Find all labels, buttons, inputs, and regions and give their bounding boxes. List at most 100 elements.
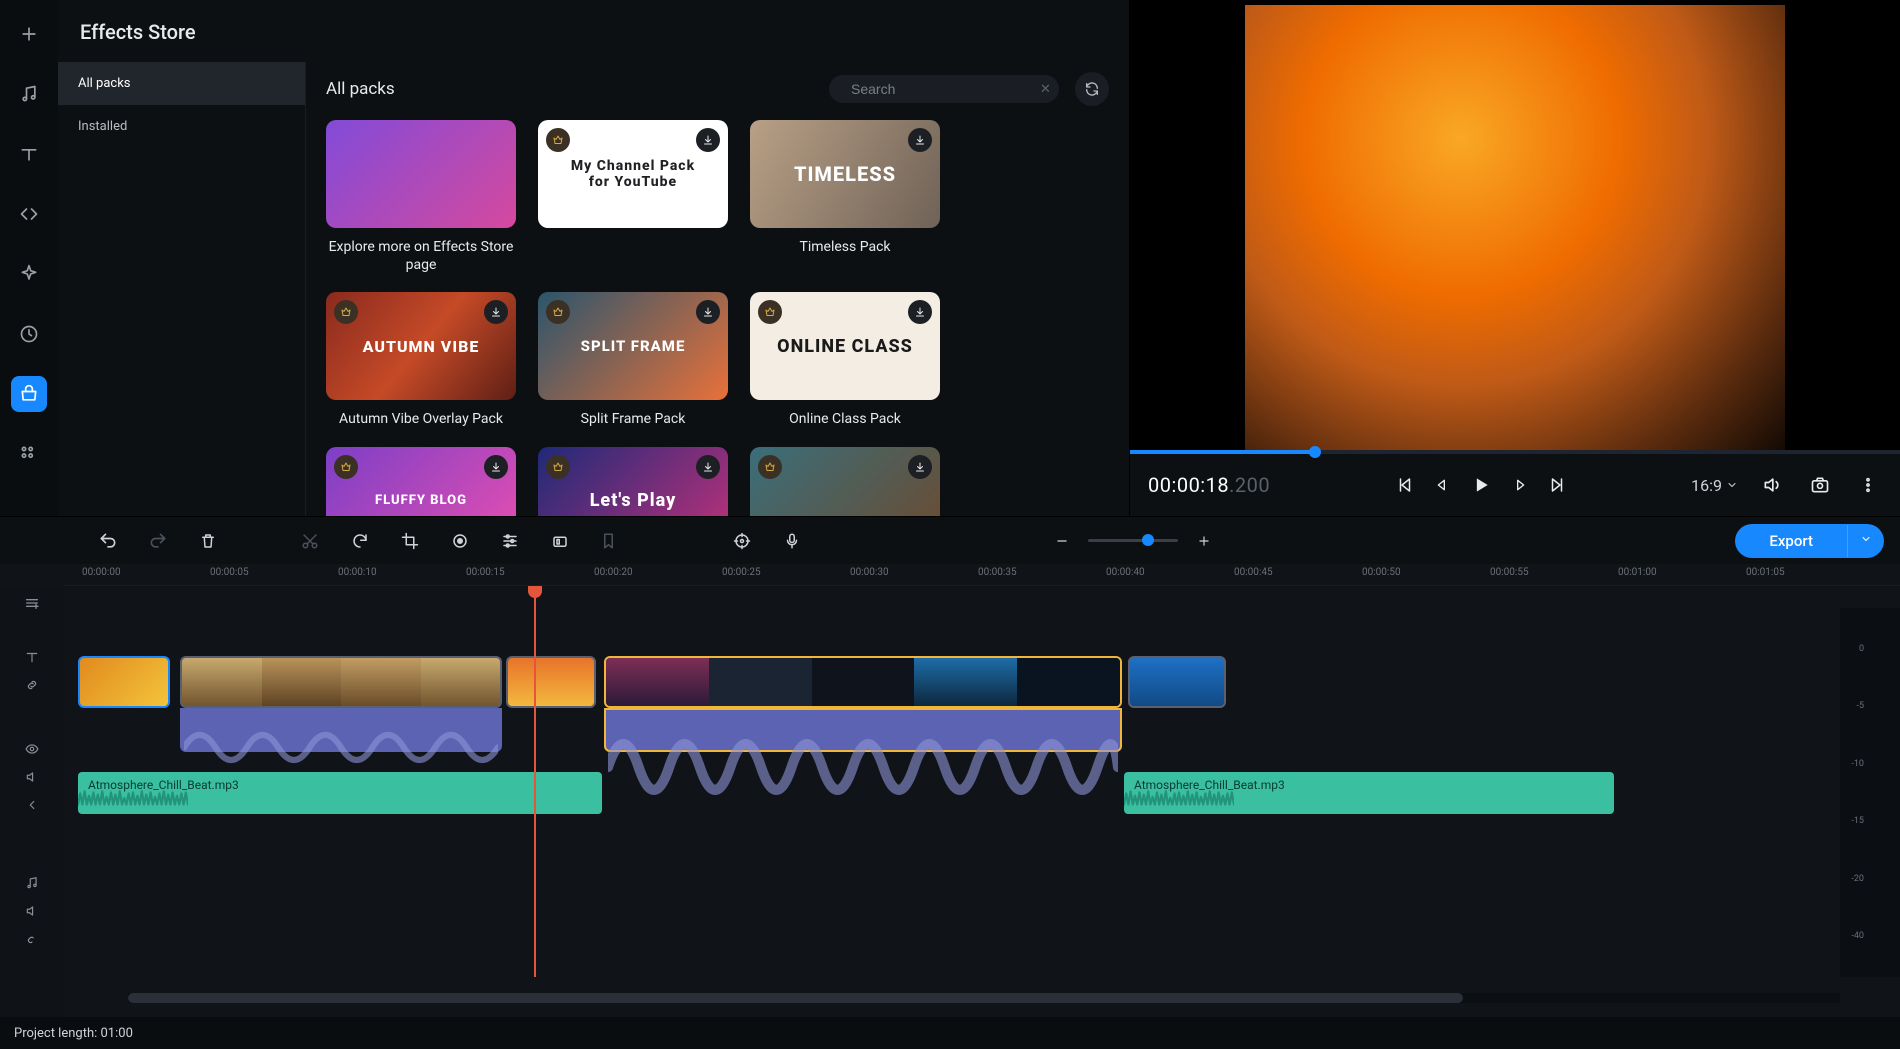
playhead[interactable] — [534, 586, 536, 977]
rotate-button[interactable] — [346, 527, 374, 555]
pack-card[interactable]: Explore more on Effects Store page — [326, 120, 516, 274]
scrollbar-thumb[interactable] — [128, 993, 1463, 1003]
pack-caption: Timeless Pack — [750, 238, 940, 256]
download-icon[interactable] — [908, 300, 932, 324]
record-button[interactable] — [446, 527, 474, 555]
undo-button[interactable] — [94, 527, 122, 555]
download-icon[interactable] — [484, 455, 508, 479]
marker-button[interactable] — [596, 527, 624, 555]
pack-card[interactable]: My Channel Pack for YouTube — [538, 120, 728, 274]
audio-level-meter: 0-5-10-15-20-40 — [1840, 608, 1900, 977]
search-input[interactable] — [851, 81, 1032, 97]
mute-audio-icon[interactable] — [20, 900, 44, 922]
text-track-icon[interactable] — [20, 646, 44, 668]
ruler-mark: 00:00:15 — [466, 567, 505, 578]
panel-title: Effects Store — [58, 0, 1129, 62]
effects-tab-button[interactable] — [11, 256, 47, 292]
video-clip-2[interactable] — [180, 656, 502, 708]
redo-button[interactable] — [144, 527, 172, 555]
zoom-handle[interactable] — [1142, 534, 1154, 546]
skip-start-button[interactable] — [1391, 471, 1419, 499]
show-video-icon[interactable] — [20, 738, 44, 760]
music-track: Atmosphere_Chill_Beat.mp3 Atmosphere_Chi… — [64, 772, 1900, 814]
transitions-tab-button[interactable] — [11, 196, 47, 232]
video-clip-4-selected[interactable] — [604, 656, 1122, 708]
sidebar-item-all-packs[interactable]: All packs — [58, 62, 305, 105]
elements-tab-button[interactable] — [11, 316, 47, 352]
download-icon[interactable] — [908, 128, 932, 152]
chromakey-button[interactable] — [728, 527, 756, 555]
audio-tab-button[interactable] — [11, 76, 47, 112]
audio-clip-1[interactable]: Atmosphere_Chill_Beat.mp3 — [78, 772, 602, 814]
download-icon[interactable] — [696, 300, 720, 324]
preview-progress-handle[interactable] — [1309, 446, 1321, 458]
video-clip-3[interactable] — [506, 656, 596, 708]
collapse-icon[interactable] — [20, 794, 44, 816]
waveform-icon — [78, 788, 188, 810]
premium-badge-icon — [546, 128, 570, 152]
clip-properties-button[interactable] — [496, 527, 524, 555]
add-media-button[interactable] — [11, 16, 47, 52]
crop-button[interactable] — [396, 527, 424, 555]
video-clip-5[interactable] — [1128, 656, 1226, 708]
waveform-icon — [184, 716, 498, 779]
download-icon[interactable] — [696, 455, 720, 479]
audio-link-icon[interactable] — [20, 928, 44, 950]
volume-button[interactable] — [1758, 471, 1786, 499]
more-tools-button[interactable] — [11, 436, 47, 472]
download-icon[interactable] — [908, 455, 932, 479]
color-adjust-button[interactable] — [546, 527, 574, 555]
ruler-mark: 00:00:25 — [722, 567, 761, 578]
zoom-slider[interactable] — [1088, 539, 1178, 542]
clear-search-icon[interactable]: ✕ — [1040, 82, 1051, 97]
timeline-zoom — [1048, 527, 1218, 555]
ruler-mark: 00:00:55 — [1490, 567, 1529, 578]
cut-button[interactable] — [296, 527, 324, 555]
pack-card[interactable]: AUTUMN VIBEAutumn Vibe Overlay Pack — [326, 292, 516, 428]
preview-viewport[interactable] — [1130, 0, 1900, 454]
preview-more-button[interactable] — [1854, 471, 1882, 499]
export-button[interactable]: Export — [1735, 524, 1884, 558]
export-dropdown-button[interactable] — [1847, 525, 1884, 557]
frame-back-button[interactable] — [1429, 471, 1457, 499]
zoom-out-button[interactable] — [1048, 527, 1076, 555]
voiceover-button[interactable] — [778, 527, 806, 555]
premium-badge-icon — [334, 300, 358, 324]
ruler-mark: 00:00:40 — [1106, 567, 1145, 578]
pack-card[interactable]: Let's Play — [538, 447, 728, 516]
premium-badge-icon — [758, 300, 782, 324]
play-button[interactable] — [1467, 471, 1495, 499]
refresh-button[interactable] — [1075, 72, 1109, 106]
clip-audio-4[interactable] — [604, 708, 1122, 752]
add-track-button[interactable] — [20, 592, 44, 614]
audio-clip-2[interactable]: Atmosphere_Chill_Beat.mp3 — [1124, 772, 1614, 814]
frame-forward-button[interactable] — [1505, 471, 1533, 499]
pack-card[interactable]: SPLIT FRAMESplit Frame Pack — [538, 292, 728, 428]
titles-tab-button[interactable] — [11, 136, 47, 172]
mute-video-icon[interactable] — [20, 766, 44, 788]
timeline-h-scrollbar[interactable] — [128, 993, 1840, 1003]
pack-card[interactable]: TIMELESSTimeless Pack — [750, 120, 940, 274]
pack-card[interactable]: ONLINE CLASSOnline Class Pack — [750, 292, 940, 428]
sidebar-item-installed[interactable]: Installed — [58, 105, 305, 148]
download-icon[interactable] — [696, 128, 720, 152]
left-tool-rail — [0, 0, 58, 516]
search-box[interactable]: ✕ — [829, 75, 1059, 103]
tracks-area[interactable]: Atmosphere_Chill_Beat.mp3 Atmosphere_Chi… — [64, 586, 1900, 1017]
download-icon[interactable] — [484, 300, 508, 324]
time-ruler[interactable]: 00:00:0000:00:0500:00:1000:00:1500:00:20… — [64, 564, 1900, 586]
video-clip-1[interactable] — [78, 656, 170, 708]
audio-track-icon[interactable] — [20, 872, 44, 894]
delete-button[interactable] — [194, 527, 222, 555]
aspect-ratio-select[interactable]: 16:9 — [1691, 476, 1738, 495]
link-track-icon[interactable] — [20, 674, 44, 696]
pack-card[interactable]: FLUFFY BLOG — [326, 447, 516, 516]
ruler-mark: 00:00:05 — [210, 567, 249, 578]
skip-end-button[interactable] — [1543, 471, 1571, 499]
zoom-in-button[interactable] — [1190, 527, 1218, 555]
pack-card[interactable] — [750, 447, 940, 516]
snapshot-button[interactable] — [1806, 471, 1834, 499]
effects-store-tab-button[interactable] — [11, 376, 47, 412]
preview-progress-bar[interactable] — [1130, 450, 1900, 454]
clip-audio-2[interactable] — [180, 708, 502, 752]
